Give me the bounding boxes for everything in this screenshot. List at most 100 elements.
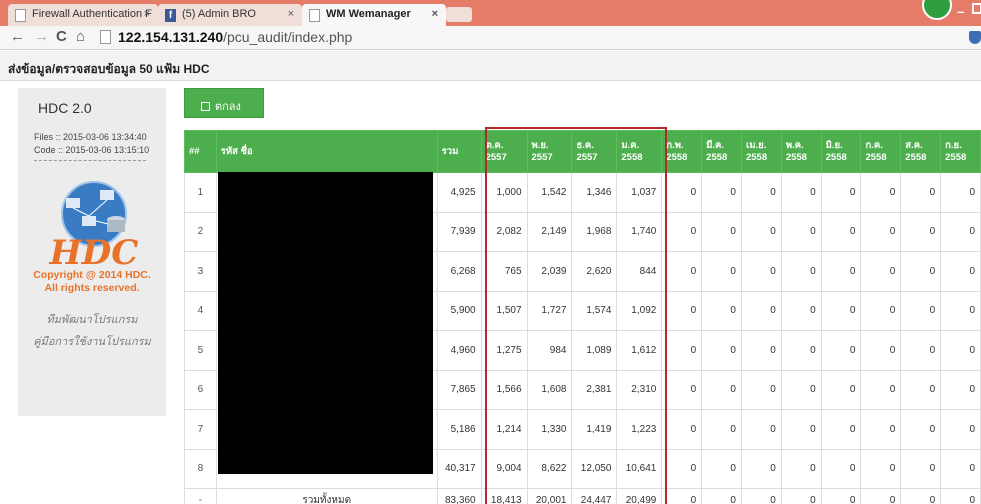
- row-sum: 4,925: [436, 172, 482, 213]
- month-value: 0: [701, 172, 742, 213]
- month-value: 1,612: [616, 330, 663, 371]
- total-month-value: 0: [661, 488, 703, 504]
- month-value: 0: [661, 330, 703, 371]
- month-value: 0: [940, 251, 981, 292]
- url-field[interactable]: 122.154.131.240/pcu_audit/index.php: [118, 29, 352, 45]
- month-value: 0: [900, 330, 942, 371]
- month-value: 1,574: [571, 290, 618, 331]
- close-icon[interactable]: ×: [288, 8, 294, 20]
- tab-label: WM Wemanager: [326, 8, 411, 20]
- month-value: 0: [860, 330, 902, 371]
- col-header-month[interactable]: ก.ย. 2558: [940, 130, 981, 173]
- row-index: 6: [184, 369, 217, 410]
- ok-button[interactable]: ตกลง: [184, 88, 264, 118]
- facebook-icon: f: [165, 9, 176, 22]
- col-header-month[interactable]: มี.ค. 2558: [701, 130, 742, 173]
- month-value: 0: [940, 172, 981, 213]
- month-value: 0: [820, 369, 862, 410]
- row-sum: 7,865: [436, 369, 482, 410]
- month-value: 0: [661, 251, 703, 292]
- col-header-month[interactable]: พ.ค. 2558: [780, 130, 822, 173]
- tab-label: Firewall Authentication F: [32, 8, 152, 20]
- close-icon[interactable]: ×: [432, 8, 438, 20]
- shield-icon[interactable]: [969, 31, 981, 44]
- month-value: 0: [780, 211, 822, 252]
- month-value: 1,419: [571, 409, 618, 450]
- month-value: 0: [740, 409, 782, 450]
- month-value: 0: [780, 251, 822, 292]
- back-arrow-icon[interactable]: ←: [10, 28, 25, 45]
- row-index: 5: [184, 330, 217, 371]
- month-value: 8,622: [526, 448, 573, 489]
- month-value: 0: [900, 211, 942, 252]
- edit-icon: [201, 102, 210, 111]
- col-header-month[interactable]: ต.ค. 2557: [480, 130, 528, 173]
- month-value: 1,092: [616, 290, 663, 331]
- col-header-month[interactable]: ก.พ. 2558: [661, 130, 703, 173]
- page-icon: [309, 9, 320, 22]
- col-header-code-name[interactable]: รหัส ชื่อ: [215, 130, 438, 173]
- month-value: 0: [940, 369, 981, 410]
- month-value: 0: [860, 251, 902, 292]
- month-value: 0: [740, 330, 782, 371]
- total-month-value: 0: [940, 488, 981, 504]
- month-value: 0: [860, 172, 902, 213]
- total-month-value: 0: [860, 488, 902, 504]
- close-icon[interactable]: ×: [144, 8, 150, 20]
- row-sum: 4,960: [436, 330, 482, 371]
- month-value: 12,050: [571, 448, 618, 489]
- month-value: 0: [740, 290, 782, 331]
- link-dev-team[interactable]: ทีมพัฒนาโปรแกรม: [18, 310, 166, 328]
- address-toolbar: ← → C ⌂ 122.154.131.240/pcu_audit/index.…: [0, 26, 981, 50]
- month-value: 0: [701, 448, 742, 489]
- row-sum: 6,268: [436, 251, 482, 292]
- month-value: 0: [661, 448, 703, 489]
- month-value: 984: [526, 330, 573, 371]
- month-value: 1,740: [616, 211, 663, 252]
- col-header-month[interactable]: ส.ค. 2558: [900, 130, 942, 173]
- ok-button-label: ตกลง: [215, 101, 241, 113]
- tab-firewall[interactable]: Firewall Authentication F ×: [8, 4, 158, 26]
- col-header-sum[interactable]: รวม: [436, 130, 482, 173]
- maximize-icon[interactable]: [972, 3, 981, 14]
- month-value: 1,330: [526, 409, 573, 450]
- total-month-value: 0: [740, 488, 782, 504]
- month-value: 10,641: [616, 448, 663, 489]
- url-path: /pcu_audit/index.php: [223, 29, 353, 45]
- reload-icon[interactable]: C: [56, 28, 67, 45]
- row-sum: 7,939: [436, 211, 482, 252]
- month-value: 0: [740, 172, 782, 213]
- link-user-manual[interactable]: คู่มือการใช้งานโปรแกรม: [18, 332, 166, 350]
- forward-arrow-icon[interactable]: →: [34, 28, 49, 45]
- month-value: 0: [820, 251, 862, 292]
- month-value: 0: [740, 369, 782, 410]
- minimize-icon[interactable]: –: [957, 4, 964, 19]
- month-value: 2,310: [616, 369, 663, 410]
- page-header: ส่งข้อมูล/ตรวจสอบข้อมูล 50 แฟ้ม HDC: [0, 51, 981, 81]
- total-month-value: 20,001: [526, 488, 573, 504]
- month-value: 0: [820, 211, 862, 252]
- table-header-row: ## รหัส ชื่อ รวม ต.ค. 2557 พ.ย. 2557 ธ.ค. …: [184, 130, 981, 173]
- row-index: 7: [184, 409, 217, 450]
- col-header-month[interactable]: ก.ค. 2558: [860, 130, 902, 173]
- col-header-month[interactable]: มิ.ย. 2558: [820, 130, 862, 173]
- month-value: 1,608: [526, 369, 573, 410]
- tab-wemanager[interactable]: WM Wemanager ×: [302, 4, 446, 26]
- sidebar-title: HDC 2.0: [38, 100, 92, 116]
- col-header-index[interactable]: ##: [184, 130, 217, 173]
- home-icon[interactable]: ⌂: [76, 28, 85, 45]
- new-tab-button[interactable]: [446, 7, 472, 22]
- month-value: 0: [701, 290, 742, 331]
- month-value: 1,542: [526, 172, 573, 213]
- row-sum: 40,317: [436, 448, 482, 489]
- month-value: 2,039: [526, 251, 573, 292]
- col-header-month[interactable]: เม.ย. 2558: [740, 130, 782, 173]
- col-header-month[interactable]: ธ.ค. 2557: [571, 130, 618, 173]
- month-value: 0: [701, 251, 742, 292]
- tab-facebook[interactable]: f (5) Admin BRO ×: [158, 4, 302, 26]
- profile-avatar[interactable]: [922, 0, 952, 20]
- total-row: - รวมทั้งหมด 83,360 18,413 20,001 24,447 20,49…: [184, 488, 981, 504]
- month-value: 0: [820, 290, 862, 331]
- col-header-month[interactable]: พ.ย. 2557: [526, 130, 573, 173]
- col-header-month[interactable]: ม.ค. 2558: [616, 130, 663, 173]
